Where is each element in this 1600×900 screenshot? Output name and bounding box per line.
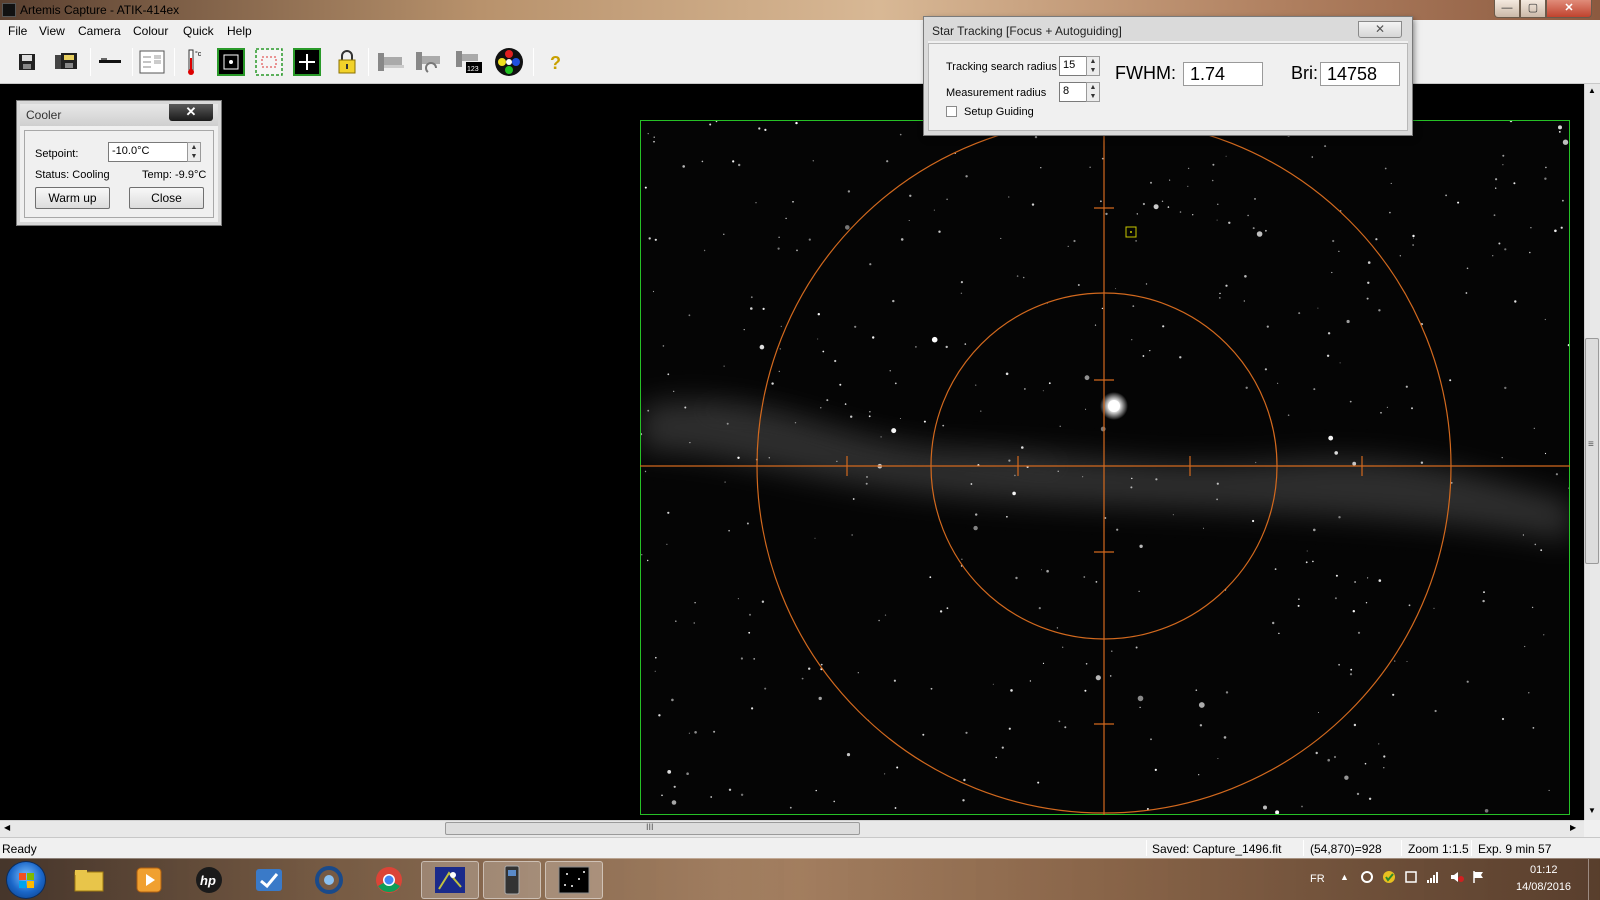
artemis-capture-icon[interactable] [421,861,479,899]
svg-text:123: 123 [467,66,479,73]
fwhm-label: FWHM: [1115,63,1176,83]
setup-guiding-label: Setup Guiding [964,106,1034,118]
svg-text:hp: hp [200,873,216,888]
settings-panel-icon[interactable] [137,47,167,77]
status-bar: Ready Saved: Capture_1496.fit (54,870)=9… [0,837,1600,858]
save-sequence-icon[interactable] [52,47,82,77]
svg-text:°c: °c [195,50,202,58]
spin-up-icon[interactable]: ▲ [188,143,200,152]
star-tracking-dialog: Star Tracking [Focus + Autoguiding] ✕ Tr… [923,16,1413,136]
start-button[interactable] [6,861,46,899]
setup-guiding-checkbox[interactable] [946,106,957,117]
tracking-close-icon[interactable]: ✕ [1358,21,1402,38]
lock-icon[interactable] [332,47,362,77]
telescope-icon[interactable] [95,47,125,77]
dark-capture-icon[interactable] [414,47,444,77]
setpoint-spinner[interactable]: ▲ ▼ [187,142,201,162]
cooler-close-icon[interactable]: ✕ [169,104,213,121]
cooler-status: Status: Cooling [35,169,110,181]
maximize-button[interactable]: ▢ [1520,0,1546,18]
tracking-overlay [640,120,1570,815]
batch-capture-icon[interactable]: 123 [454,47,484,77]
colour-wheel-icon[interactable] [494,47,524,77]
hp-icon[interactable]: hp [180,861,238,899]
menu-quick[interactable]: Quick [183,24,214,38]
photo-app-icon[interactable] [300,861,358,899]
menu-view[interactable]: View [39,24,65,38]
cooler-panel: Setpoint: -10.0°C ▲ ▼ Status: Cooling Te… [24,130,214,218]
media-player-icon[interactable] [120,861,178,899]
bri-label: Bri: [1291,63,1318,83]
subframe-icon[interactable] [254,47,284,77]
spin-down-icon[interactable]: ▼ [1087,92,1099,101]
spin-down-icon[interactable]: ▼ [1087,66,1099,75]
spin-down-icon[interactable]: ▼ [188,152,200,161]
crosshair-icon[interactable] [292,47,322,77]
task-app-icon[interactable] [240,861,298,899]
star-tracking-title: Star Tracking [Focus + Autoguiding] [928,21,1408,41]
horizontal-scroll-thumb[interactable]: III [445,822,860,835]
cooler-dialog: Cooler ✕ Setpoint: -10.0°C ▲ ▼ Status: C… [16,100,222,226]
chrome-icon[interactable] [360,861,418,899]
device-icon[interactable] [1404,870,1418,884]
menu-colour[interactable]: Colour [133,24,168,38]
app-icon [2,3,16,17]
language-indicator[interactable]: FR [1310,873,1325,885]
bri-value: 14758 [1320,62,1400,86]
star-image-icon[interactable] [545,861,603,899]
signal-icon[interactable] [1426,870,1440,884]
search-radius-label: Tracking search radius [946,61,1057,73]
svg-text:?: ? [550,53,561,73]
search-radius-spinner[interactable]: ▲ ▼ [1086,56,1100,76]
search-radius-input[interactable]: 15 [1059,56,1087,76]
network-icon[interactable] [1360,870,1374,884]
measurement-radius-label: Measurement radius [946,87,1047,99]
device-app-icon[interactable] [483,861,541,899]
action-center-flag-icon[interactable] [1472,870,1486,884]
minimize-button[interactable]: — [1494,0,1520,18]
measurement-radius-input[interactable]: 8 [1059,82,1087,102]
spin-up-icon[interactable]: ▲ [1087,83,1099,92]
cooler-close-button[interactable]: Close [129,187,204,209]
warm-up-button[interactable]: Warm up [35,187,110,209]
show-hidden-icons-icon[interactable]: ▲ [1340,872,1349,882]
setpoint-input[interactable]: -10.0°C [108,142,188,162]
star-tracking-panel: Tracking search radius 15 ▲ ▼ Measuremen… [928,43,1408,131]
focus-target-icon[interactable] [216,47,246,77]
flat-capture-icon[interactable] [376,47,406,77]
save-icon[interactable] [12,47,42,77]
menu-help[interactable]: Help [227,24,252,38]
setpoint-label: Setpoint: [35,148,79,160]
status-text: Ready [2,842,37,856]
clock-date[interactable]: 14/08/2016 [1516,881,1571,893]
window-title: Artemis Capture - ATIK-414ex [20,3,180,17]
cooler-temperature: Temp: -9.9°C [142,169,207,181]
pixel-value-status: (54,870)=928 [1310,842,1382,856]
thermometer-icon[interactable]: °c [178,47,208,77]
fwhm-value: 1.74 [1183,62,1263,86]
measurement-radius-spinner[interactable]: ▲ ▼ [1086,82,1100,102]
close-window-button[interactable]: ✕ [1546,0,1592,18]
sync-icon[interactable] [1382,870,1396,884]
menu-camera[interactable]: Camera [78,24,121,38]
spin-up-icon[interactable]: ▲ [1087,57,1099,66]
help-icon[interactable]: ? [541,47,571,77]
show-desktop-button[interactable] [1588,859,1600,900]
file-explorer-icon[interactable] [60,861,118,899]
zoom-status: Zoom 1:1.5 [1408,842,1469,856]
vertical-scroll-thumb[interactable]: ≡ [1585,338,1599,564]
saved-file-status: Saved: Capture_1496.fit [1152,842,1282,856]
volume-muted-icon[interactable] [1450,870,1464,884]
menu-file[interactable]: File [8,24,27,38]
exposure-status: Exp. 9 min 57 [1478,842,1552,856]
clock-time[interactable]: 01:12 [1530,864,1558,876]
